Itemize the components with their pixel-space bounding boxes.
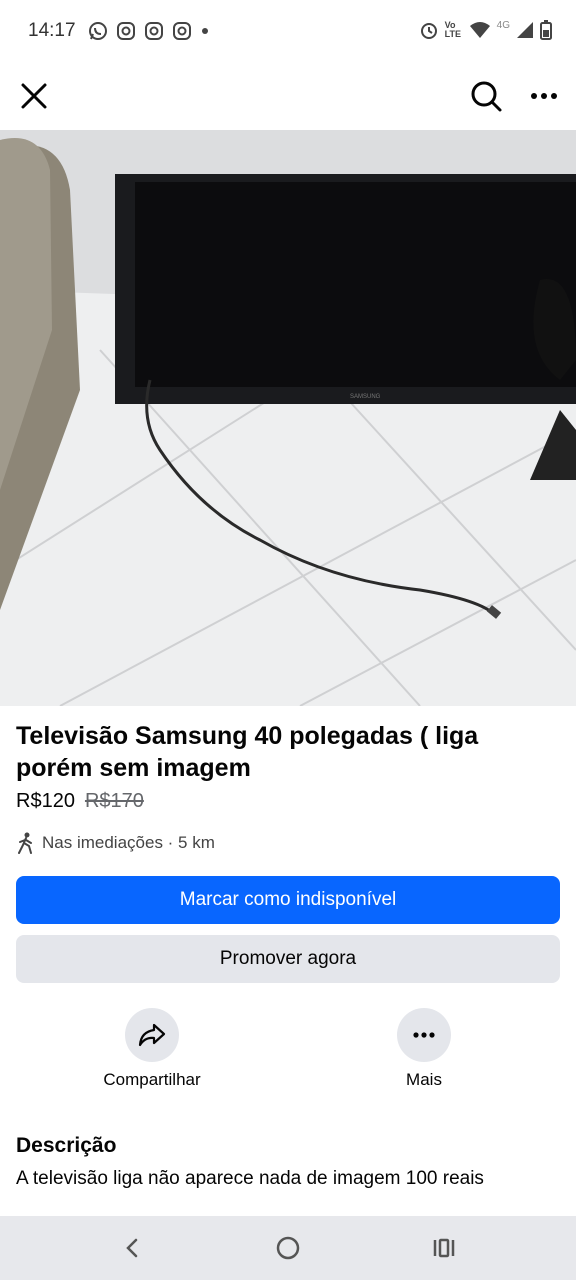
mark-unavailable-button[interactable]: Marcar como indisponível bbox=[16, 876, 560, 924]
system-navigation-bar bbox=[0, 1216, 576, 1280]
app-bar bbox=[0, 64, 576, 130]
instagram-icon bbox=[145, 22, 163, 40]
close-icon bbox=[21, 83, 47, 109]
close-button[interactable] bbox=[18, 80, 50, 112]
home-button[interactable] bbox=[272, 1232, 304, 1264]
share-button[interactable] bbox=[125, 1008, 179, 1062]
promote-label: Promover agora bbox=[219, 948, 357, 969]
listing-title: Televisão Samsung 40 polegadas ( liga po… bbox=[16, 722, 479, 782]
more-horizontal-icon bbox=[531, 93, 557, 99]
instagram-icon bbox=[173, 22, 191, 40]
back-button[interactable] bbox=[116, 1232, 148, 1264]
signal-icon bbox=[517, 22, 533, 38]
promote-button[interactable]: Promover agora bbox=[16, 935, 560, 983]
share-label: Compartilhar bbox=[103, 1070, 201, 1089]
more-options-button[interactable] bbox=[528, 80, 560, 112]
price-row: R$120 R$170 bbox=[16, 790, 144, 813]
description-heading: Descrição bbox=[16, 1134, 117, 1157]
mark-unavailable-label: Marcar como indisponível bbox=[179, 889, 397, 910]
notification-icons bbox=[88, 21, 210, 41]
wifi-icon bbox=[469, 22, 490, 38]
share-action[interactable]: Compartilhar bbox=[72, 1008, 232, 1090]
recent-apps-icon bbox=[433, 1238, 455, 1258]
tv-brand-text: SAMSUNG bbox=[350, 394, 381, 400]
share-icon bbox=[138, 1023, 166, 1047]
more-action[interactable]: Mais bbox=[344, 1008, 504, 1090]
home-circle-icon bbox=[276, 1236, 300, 1260]
status-time: 14:17 bbox=[28, 20, 76, 41]
listing-photo[interactable]: SAMSUNG bbox=[0, 130, 576, 706]
location-row: Nas imediações · 5 km bbox=[16, 832, 215, 854]
recent-apps-button[interactable] bbox=[428, 1232, 460, 1264]
volte-label: Vo LTE bbox=[444, 20, 461, 39]
back-chevron-icon bbox=[126, 1238, 138, 1258]
alarm-icon bbox=[420, 23, 437, 39]
current-price: R$120 bbox=[16, 790, 75, 812]
whatsapp-icon bbox=[89, 22, 107, 40]
status-bar: 14:17 Vo LTE 4G bbox=[0, 0, 576, 64]
location-text: Nas imediações · 5 km bbox=[42, 833, 215, 852]
battery-icon bbox=[540, 20, 552, 40]
more-label: Mais bbox=[406, 1070, 442, 1089]
search-icon bbox=[471, 81, 502, 112]
instagram-icon bbox=[117, 22, 135, 40]
search-button[interactable] bbox=[468, 78, 504, 114]
network-label: 4G bbox=[496, 19, 510, 31]
more-button[interactable] bbox=[397, 1008, 451, 1062]
system-icons: Vo LTE 4G bbox=[419, 20, 552, 40]
tv-photo: SAMSUNG bbox=[0, 130, 576, 706]
description-text: A televisão liga não aparece nada de ima… bbox=[16, 1168, 484, 1189]
more-horizontal-icon bbox=[413, 1032, 435, 1038]
original-price: R$170 bbox=[84, 790, 144, 812]
walking-icon bbox=[18, 832, 32, 854]
dot-icon bbox=[202, 28, 208, 34]
